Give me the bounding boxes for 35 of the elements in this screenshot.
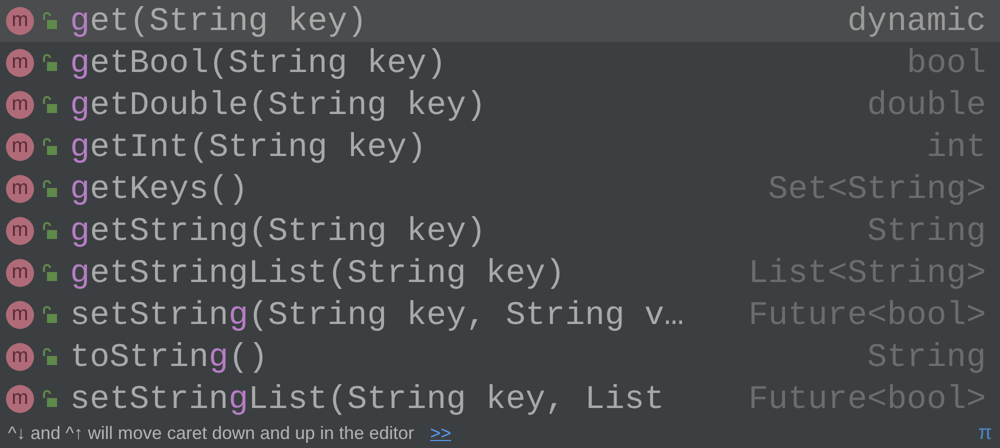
method-badge: m <box>6 91 34 119</box>
pi-icon[interactable]: π <box>978 423 992 443</box>
method-badge: m <box>6 385 34 413</box>
more-link[interactable]: >> <box>430 420 452 446</box>
method-badge: m <box>6 217 34 245</box>
unlocked-lock-icon <box>42 222 58 240</box>
method-signature: setString(String key, String v… <box>70 298 684 332</box>
method-signature: getStringList(String key) <box>70 256 566 290</box>
return-type: dynamic <box>847 4 986 38</box>
unlocked-lock-icon <box>42 180 58 198</box>
unlocked-lock-icon <box>42 264 58 282</box>
method-badge: m <box>6 343 34 371</box>
unlocked-lock-icon <box>42 138 58 156</box>
unlocked-lock-icon <box>42 306 58 324</box>
method-signature: get(String key) <box>70 4 368 38</box>
unlocked-lock-icon <box>42 12 58 30</box>
method-signature: getString(String key) <box>70 214 486 248</box>
method-signature: getBool(String key) <box>70 46 446 80</box>
method-badge: m <box>6 7 34 35</box>
method-signature: getDouble(String key) <box>70 88 486 122</box>
completion-item[interactable]: m get(String key) dynamic <box>0 0 1000 42</box>
method-badge: m <box>6 301 34 329</box>
method-signature: getInt(String key) <box>70 130 426 164</box>
method-badge: m <box>6 49 34 77</box>
unlocked-lock-icon <box>42 96 58 114</box>
method-badge: m <box>6 175 34 203</box>
method-badge: m <box>6 259 34 287</box>
method-badge: m <box>6 133 34 161</box>
unlocked-lock-icon <box>42 54 58 72</box>
unlocked-lock-icon <box>42 390 58 408</box>
method-signature: setStringList(String key, List <box>70 382 664 416</box>
hint-text: ^↓ and ^↑ will move caret down and up in the editor <box>8 422 414 445</box>
method-signature: getKeys() <box>70 172 248 206</box>
method-signature: toString() <box>70 340 268 374</box>
unlocked-lock-icon <box>42 348 58 366</box>
